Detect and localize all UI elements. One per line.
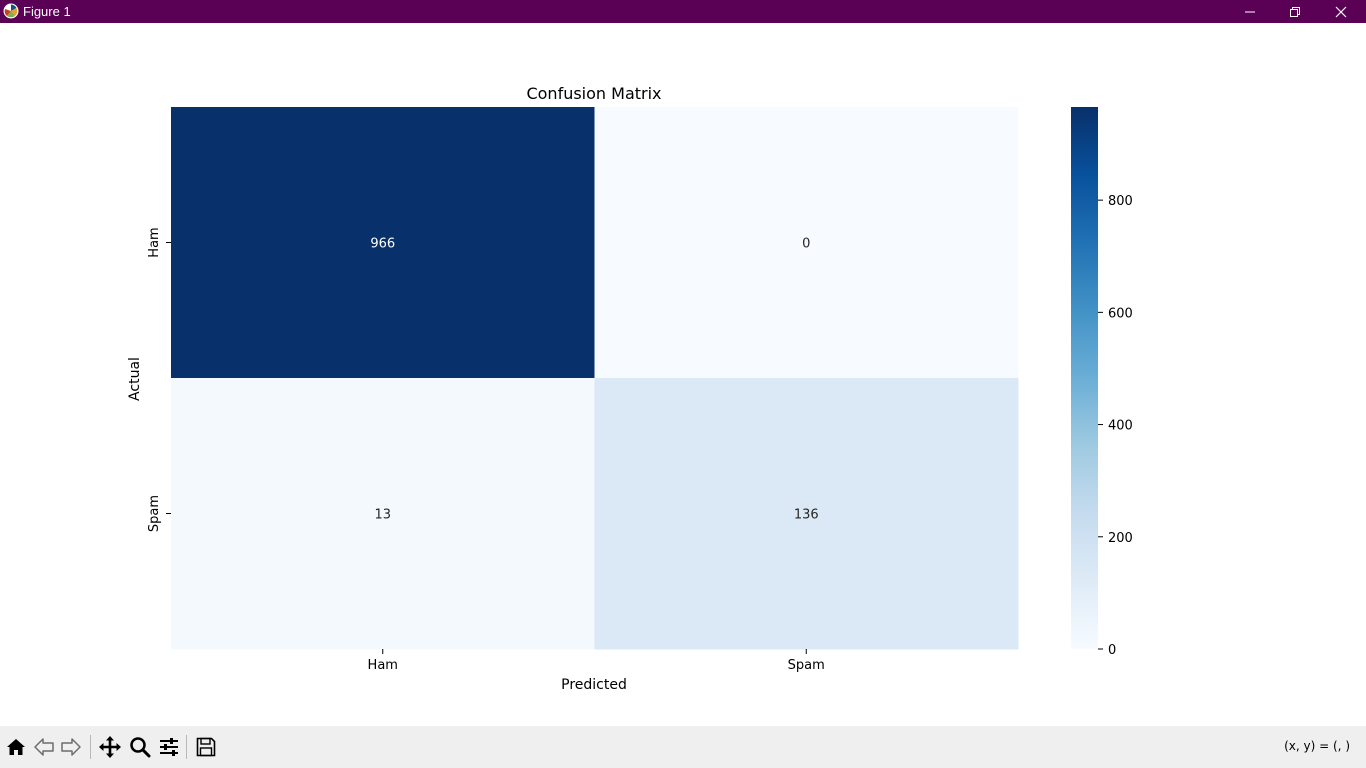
- matplotlib-app-icon: [3, 3, 19, 19]
- x-tick-label: Ham: [368, 658, 398, 673]
- back-arrow-icon: [34, 738, 54, 756]
- minimize-button[interactable]: [1227, 0, 1273, 23]
- x-tick-label: Spam: [788, 658, 825, 673]
- save-button[interactable]: [193, 734, 219, 760]
- cell-annotation: 0: [802, 237, 810, 252]
- forward-button[interactable]: [58, 734, 84, 760]
- y-axis-label: Actual: [127, 357, 143, 401]
- configure-subplots-icon: [160, 738, 178, 756]
- forward-arrow-icon: [61, 738, 81, 756]
- colorbar-tick-label: 600: [1108, 306, 1133, 321]
- colorbar: [1071, 107, 1098, 649]
- configure-subplots-button[interactable]: [156, 734, 182, 760]
- restore-icon: [1290, 6, 1300, 17]
- y-tick-label: Spam: [147, 495, 162, 532]
- figure-canvas[interactable]: Confusion Matrix 966 0 13 136 Ham Spam Ham Sp…: [0, 23, 1366, 726]
- toolbar-separator: [90, 735, 91, 759]
- x-axis-label: Predicted: [561, 677, 627, 693]
- close-icon: [1335, 6, 1347, 17]
- zoom-button[interactable]: [127, 734, 153, 760]
- cell-annotation: 13: [374, 508, 391, 523]
- home-icon: [7, 739, 25, 755]
- zoom-icon: [130, 737, 151, 758]
- cell-annotation: 966: [370, 237, 395, 252]
- window-titlebar: Figure 1: [0, 0, 1366, 23]
- confusion-matrix-chart: Confusion Matrix 966 0 13 136 Ham Spam Ham Sp…: [127, 84, 1133, 693]
- chart-title: Confusion Matrix: [526, 84, 661, 103]
- pan-button[interactable]: [97, 734, 123, 760]
- colorbar-tick-label: 200: [1108, 531, 1133, 546]
- cell-annotation: 136: [794, 508, 819, 523]
- cursor-coordinates: (x, y) = (, ): [1284, 739, 1350, 753]
- navigation-toolbar: (x, y) = (, ): [0, 726, 1366, 768]
- minimize-icon: [1245, 11, 1255, 12]
- close-button[interactable]: [1318, 0, 1364, 23]
- colorbar-tick-label: 400: [1108, 419, 1133, 434]
- home-button[interactable]: [3, 734, 29, 760]
- colorbar-tick-label: 800: [1108, 194, 1133, 209]
- save-icon: [196, 737, 216, 757]
- colorbar-tick-label: 0: [1108, 643, 1116, 658]
- toolbar-separator: [186, 735, 187, 759]
- y-tick-label: Ham: [147, 227, 162, 257]
- restore-button[interactable]: [1272, 0, 1318, 23]
- back-button[interactable]: [31, 734, 57, 760]
- pan-icon: [99, 736, 121, 758]
- window-title: Figure 1: [23, 4, 71, 19]
